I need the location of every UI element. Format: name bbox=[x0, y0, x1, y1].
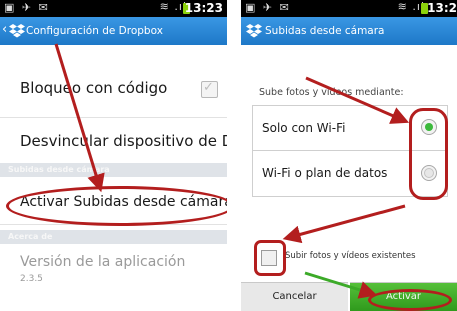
screen-title: Configuración de Dropbox bbox=[26, 25, 163, 37]
check-icon: ✓ bbox=[203, 80, 214, 95]
prompt-text: Sube fotos y vídeos mediante: bbox=[259, 87, 404, 98]
version-row: Versión de la aplicación 2.3.5 bbox=[0, 244, 227, 292]
dropbox-logo-icon[interactable] bbox=[9, 24, 25, 38]
screen-title: Subidas desde cámara bbox=[265, 25, 385, 37]
lock-checkbox[interactable]: ✓ bbox=[201, 80, 218, 98]
clock: 13:2 bbox=[427, 1, 457, 15]
annotation-ellipse bbox=[6, 186, 227, 226]
option-wifi-only-label: Solo con Wi-Fi bbox=[262, 121, 346, 135]
notification-icons: ▣ ✈ ✉ bbox=[4, 1, 50, 14]
status-bar: ▣ ✈ ✉ ≋ .ıl 13:2 bbox=[241, 0, 457, 17]
annotation-radio-highlight bbox=[409, 108, 448, 200]
unlink-label: Desvincular dispositivo de D bbox=[20, 132, 227, 150]
notification-icons: ▣ ✈ ✉ bbox=[245, 1, 291, 14]
action-bar: ‹ Configuración de Dropbox bbox=[0, 17, 227, 45]
section-label: Subidas desde cámara bbox=[8, 165, 110, 174]
annotation-checkbox-highlight bbox=[254, 240, 286, 276]
back-chevron-icon[interactable]: ‹ bbox=[2, 22, 7, 37]
action-bar: Subidas desde cámara bbox=[241, 17, 457, 45]
section-label: Acerca de bbox=[8, 232, 53, 241]
lock-row[interactable]: Bloqueo con código ✓ bbox=[0, 45, 227, 118]
unlink-row[interactable]: Desvincular dispositivo de D bbox=[0, 117, 227, 164]
existing-media-label: Subir fotos y vídeos existentes bbox=[285, 251, 416, 261]
lock-label: Bloqueo con código bbox=[20, 79, 168, 97]
section-camera-uploads: Subidas desde cámara bbox=[0, 163, 227, 177]
version-title: Versión de la aplicación bbox=[20, 254, 186, 270]
clock: 13:23 bbox=[184, 1, 223, 15]
option-wifi-or-data-label: Wi-Fi o plan de datos bbox=[262, 166, 388, 180]
version-value: 2.3.5 bbox=[20, 274, 43, 284]
cancel-button[interactable]: Cancelar bbox=[241, 282, 348, 311]
section-about: Acerca de bbox=[0, 230, 227, 244]
right-screenshot: ▣ ✈ ✉ ≋ .ıl 13:2 Subidas desde cámara Su… bbox=[241, 0, 457, 311]
status-bar: ▣ ✈ ✉ ≋ .ıl 13:23 bbox=[0, 0, 227, 17]
dropbox-logo-icon bbox=[246, 24, 262, 38]
annotation-activate-highlight bbox=[368, 289, 452, 311]
left-screenshot: ▣ ✈ ✉ ≋ .ıl 13:23 ‹ Configuración de Dro… bbox=[0, 0, 227, 311]
